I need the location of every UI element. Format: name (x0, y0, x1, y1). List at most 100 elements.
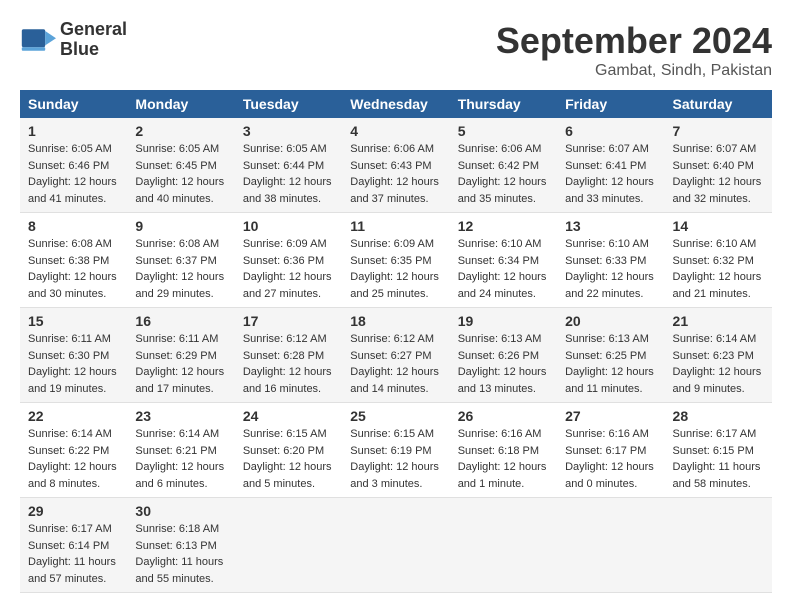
sunrise-label: Sunrise: 6:07 AM (565, 143, 649, 155)
calendar-cell: 20 Sunrise: 6:13 AM Sunset: 6:25 PM Dayl… (557, 308, 664, 403)
sunrise-label: Sunrise: 6:10 AM (565, 238, 649, 250)
day-number: 5 (458, 123, 549, 139)
daylight-label: Daylight: 12 hours and 5 minutes. (243, 461, 332, 490)
sunrise-label: Sunrise: 6:06 AM (458, 143, 542, 155)
sunset-label: Sunset: 6:22 PM (28, 445, 109, 457)
day-number: 1 (28, 123, 119, 139)
calendar-table: SundayMondayTuesdayWednesdayThursdayFrid… (20, 90, 772, 593)
day-number: 12 (458, 218, 549, 234)
daylight-label: Daylight: 12 hours and 25 minutes. (350, 271, 439, 300)
sunrise-label: Sunrise: 6:14 AM (28, 428, 112, 440)
sunset-label: Sunset: 6:21 PM (135, 445, 216, 457)
calendar-cell: 15 Sunrise: 6:11 AM Sunset: 6:30 PM Dayl… (20, 308, 127, 403)
day-number: 6 (565, 123, 656, 139)
daylight-label: Daylight: 12 hours and 3 minutes. (350, 461, 439, 490)
day-header-saturday: Saturday (665, 90, 772, 118)
sunrise-label: Sunrise: 6:10 AM (673, 238, 757, 250)
sunrise-label: Sunrise: 6:06 AM (350, 143, 434, 155)
calendar-week-row: 1 Sunrise: 6:05 AM Sunset: 6:46 PM Dayli… (20, 118, 772, 213)
calendar-cell: 17 Sunrise: 6:12 AM Sunset: 6:28 PM Dayl… (235, 308, 342, 403)
calendar-cell: 24 Sunrise: 6:15 AM Sunset: 6:20 PM Dayl… (235, 403, 342, 498)
daylight-label: Daylight: 12 hours and 0 minutes. (565, 461, 654, 490)
sunrise-label: Sunrise: 6:05 AM (135, 143, 219, 155)
calendar-cell: 4 Sunrise: 6:06 AM Sunset: 6:43 PM Dayli… (342, 118, 449, 213)
day-number: 3 (243, 123, 334, 139)
calendar-cell: 23 Sunrise: 6:14 AM Sunset: 6:21 PM Dayl… (127, 403, 234, 498)
title-block: September 2024 Gambat, Sindh, Pakistan (496, 20, 772, 80)
daylight-label: Daylight: 11 hours and 58 minutes. (673, 461, 761, 490)
calendar-cell (665, 498, 772, 593)
sunset-label: Sunset: 6:42 PM (458, 160, 539, 172)
location: Gambat, Sindh, Pakistan (496, 62, 772, 80)
day-header-friday: Friday (557, 90, 664, 118)
sunrise-label: Sunrise: 6:05 AM (243, 143, 327, 155)
sunrise-label: Sunrise: 6:12 AM (350, 333, 434, 345)
sunrise-label: Sunrise: 6:12 AM (243, 333, 327, 345)
sunset-label: Sunset: 6:40 PM (673, 160, 754, 172)
calendar-body: 1 Sunrise: 6:05 AM Sunset: 6:46 PM Dayli… (20, 118, 772, 593)
sunrise-label: Sunrise: 6:13 AM (565, 333, 649, 345)
calendar-week-row: 22 Sunrise: 6:14 AM Sunset: 6:22 PM Dayl… (20, 403, 772, 498)
day-number: 13 (565, 218, 656, 234)
day-number: 21 (673, 313, 764, 329)
day-header-tuesday: Tuesday (235, 90, 342, 118)
sunset-label: Sunset: 6:34 PM (458, 255, 539, 267)
calendar-cell: 8 Sunrise: 6:08 AM Sunset: 6:38 PM Dayli… (20, 213, 127, 308)
calendar-week-row: 8 Sunrise: 6:08 AM Sunset: 6:38 PM Dayli… (20, 213, 772, 308)
daylight-label: Daylight: 12 hours and 35 minutes. (458, 176, 547, 205)
sunset-label: Sunset: 6:17 PM (565, 445, 646, 457)
day-number: 15 (28, 313, 119, 329)
day-header-monday: Monday (127, 90, 234, 118)
day-number: 4 (350, 123, 441, 139)
sunrise-label: Sunrise: 6:16 AM (458, 428, 542, 440)
calendar-cell (235, 498, 342, 593)
logo-line1: General (60, 20, 127, 40)
sunrise-label: Sunrise: 6:05 AM (28, 143, 112, 155)
daylight-label: Daylight: 11 hours and 55 minutes. (135, 556, 223, 585)
sunrise-label: Sunrise: 6:07 AM (673, 143, 757, 155)
day-header-wednesday: Wednesday (342, 90, 449, 118)
day-number: 20 (565, 313, 656, 329)
logo-line2: Blue (60, 40, 127, 60)
sunrise-label: Sunrise: 6:14 AM (673, 333, 757, 345)
logo: General Blue (20, 20, 127, 60)
calendar-cell (557, 498, 664, 593)
daylight-label: Daylight: 12 hours and 22 minutes. (565, 271, 654, 300)
sunset-label: Sunset: 6:45 PM (135, 160, 216, 172)
calendar-cell: 10 Sunrise: 6:09 AM Sunset: 6:36 PM Dayl… (235, 213, 342, 308)
sunrise-label: Sunrise: 6:14 AM (135, 428, 219, 440)
calendar-cell: 27 Sunrise: 6:16 AM Sunset: 6:17 PM Dayl… (557, 403, 664, 498)
day-number: 14 (673, 218, 764, 234)
day-number: 9 (135, 218, 226, 234)
day-number: 11 (350, 218, 441, 234)
sunrise-label: Sunrise: 6:15 AM (243, 428, 327, 440)
sunrise-label: Sunrise: 6:11 AM (28, 333, 111, 345)
day-number: 27 (565, 408, 656, 424)
sunrise-label: Sunrise: 6:09 AM (243, 238, 327, 250)
daylight-label: Daylight: 12 hours and 33 minutes. (565, 176, 654, 205)
sunrise-label: Sunrise: 6:13 AM (458, 333, 542, 345)
day-number: 8 (28, 218, 119, 234)
daylight-label: Daylight: 12 hours and 38 minutes. (243, 176, 332, 205)
calendar-cell: 3 Sunrise: 6:05 AM Sunset: 6:44 PM Dayli… (235, 118, 342, 213)
sunrise-label: Sunrise: 6:09 AM (350, 238, 434, 250)
daylight-label: Daylight: 12 hours and 11 minutes. (565, 366, 654, 395)
daylight-label: Daylight: 12 hours and 17 minutes. (135, 366, 224, 395)
sunrise-label: Sunrise: 6:17 AM (28, 523, 112, 535)
sunset-label: Sunset: 6:20 PM (243, 445, 324, 457)
day-header-sunday: Sunday (20, 90, 127, 118)
calendar-cell: 9 Sunrise: 6:08 AM Sunset: 6:37 PM Dayli… (127, 213, 234, 308)
daylight-label: Daylight: 12 hours and 16 minutes. (243, 366, 332, 395)
calendar-cell: 28 Sunrise: 6:17 AM Sunset: 6:15 PM Dayl… (665, 403, 772, 498)
day-number: 2 (135, 123, 226, 139)
day-number: 28 (673, 408, 764, 424)
day-number: 10 (243, 218, 334, 234)
daylight-label: Daylight: 12 hours and 40 minutes. (135, 176, 224, 205)
day-number: 16 (135, 313, 226, 329)
sunset-label: Sunset: 6:13 PM (135, 540, 216, 552)
calendar-cell: 29 Sunrise: 6:17 AM Sunset: 6:14 PM Dayl… (20, 498, 127, 593)
sunset-label: Sunset: 6:37 PM (135, 255, 216, 267)
calendar-cell: 14 Sunrise: 6:10 AM Sunset: 6:32 PM Dayl… (665, 213, 772, 308)
sunset-label: Sunset: 6:33 PM (565, 255, 646, 267)
sunrise-label: Sunrise: 6:18 AM (135, 523, 219, 535)
